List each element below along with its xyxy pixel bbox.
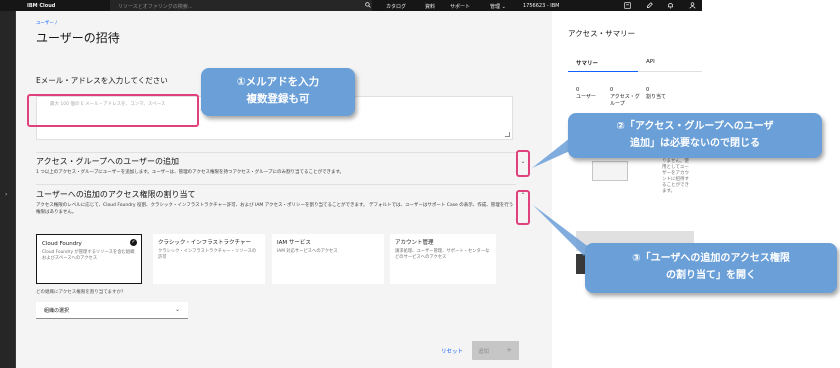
chevron-right-icon[interactable]: › <box>5 191 7 198</box>
add-button-label: 追加 <box>478 349 490 355</box>
tab-api[interactable]: API <box>646 59 655 65</box>
menu-manage[interactable]: 管理 ⌄ <box>490 3 506 10</box>
org-select-label: どの組織にアクセス権限を割り当てますか? <box>36 290 124 295</box>
callout-step-3: ③「ユーザへの追加のアクセス権限 の割り当て」を開く <box>585 243 837 293</box>
stat-users-value: 0 <box>576 87 580 93</box>
card-description: Cloud Foundry が管理するリソースを含む組織およびスペースへのアクセ… <box>42 250 135 261</box>
summary-title: アクセス・サマリー <box>568 29 636 38</box>
reset-button[interactable]: リセット <box>441 347 463 355</box>
tab-summary[interactable]: サマリー <box>576 59 598 67</box>
access-type-cards: Cloud Foundry Cloud Foundry が管理するリソースを含む… <box>36 234 496 284</box>
card-account-management[interactable]: アカウント管理 請求処理、ユーザー管理、サポート・センターなどのサービスへのアク… <box>390 234 496 284</box>
callout-3-line-1: ③「ユーザへの追加のアクセス権限 <box>632 253 790 264</box>
card-title: Cloud Foundry <box>42 241 82 247</box>
menu-docs[interactable]: 資料 <box>425 3 435 10</box>
plus-icon: + <box>506 346 512 354</box>
access-group-section-title[interactable]: アクセス・グループへのユーザーの追加 <box>36 156 179 167</box>
callout-1-line-1: ①メルアドを入力 <box>236 76 320 88</box>
card-description: IAM 対応サービスへのアクセス <box>277 249 338 254</box>
checkmark-icon: ✓ <box>130 239 137 246</box>
blank-area <box>702 0 840 368</box>
stat-users-label: ユーザー <box>576 94 596 100</box>
user-icon[interactable] <box>689 2 696 9</box>
highlight-access-group-toggle <box>516 150 530 177</box>
edit-icon[interactable] <box>646 2 653 9</box>
stat-users: 0 ユーザー <box>576 87 606 101</box>
resize-handle-icon[interactable] <box>505 132 510 137</box>
add-button[interactable]: 追加 + <box>472 341 519 360</box>
divider <box>36 152 516 153</box>
menu-catalog[interactable]: カタログ <box>386 3 406 10</box>
card-title: クラシック・インフラストラクチャー <box>158 240 251 246</box>
org-select-dropdown[interactable]: 組織の選択 ⌄ <box>36 302 188 319</box>
ibm-cloud-logo[interactable]: IBM Cloud <box>27 3 55 9</box>
card-cloud-foundry[interactable]: Cloud Foundry Cloud Foundry が管理するリソースを含む… <box>36 234 142 284</box>
additional-access-section-description: アクセス権限のレベルに応じて、Cloud Foundry 役割、クラシック・イン… <box>36 203 514 215</box>
notification-icon[interactable] <box>667 2 674 9</box>
breadcrumb[interactable]: ユーザー / <box>36 20 57 26</box>
active-tab-indicator <box>568 71 638 72</box>
card-description: クラシック・インフラストラクチャー・リソースの許可 <box>158 249 257 260</box>
stat-assignments: 0 割り当て <box>646 87 680 101</box>
page-title: ユーザーの招待 <box>36 31 120 45</box>
callout-step-1: ①メルアドを入力 複数登録も可 <box>201 68 355 116</box>
menu-support[interactable]: サポート <box>450 3 470 10</box>
chevron-down-icon: ⌄ <box>174 306 180 313</box>
highlight-additional-access-toggle <box>516 190 530 225</box>
stat-access-groups: 0 アクセス・グループ <box>610 87 640 108</box>
top-navigation-bar: IBM Cloud リソースとオファリングの検索... カタログ 資料 サポート… <box>0 0 702 11</box>
access-group-section-description: 1 つ以上のアクセス・グループにユーザーを追加します。ユーザーは、管理のアクセス… <box>36 170 344 175</box>
additional-access-section-title[interactable]: ユーザーへの追加のアクセス権限の割り当て <box>36 189 195 200</box>
callout-step-2: ②「アクセス・グループへのユーザ 追加」は必要ないので閉じる <box>568 113 822 158</box>
stat-access-groups-value: 0 <box>610 87 614 93</box>
cost-icon[interactable] <box>624 2 631 9</box>
account-switcher[interactable]: 1756623 - IBM <box>523 3 559 9</box>
empty-state-text: りません。使用としてユーザーをアカウントに招待することができます。 <box>662 159 689 194</box>
card-classic-infrastructure[interactable]: クラシック・インフラストラクチャー クラシック・インフラストラクチャー・リソース… <box>153 234 265 284</box>
card-description: 請求処理、ユーザー管理、サポート・センターなどのサービスへのアクセス <box>395 249 490 260</box>
stat-assignments-label: 割り当て <box>646 94 667 100</box>
divider <box>36 184 516 185</box>
empty-state-illustration <box>592 161 628 181</box>
callout-1-line-2: 複数登録も可 <box>246 93 310 105</box>
global-search-input[interactable]: リソースとオファリングの検索... <box>110 0 372 11</box>
access-summary-panel: アクセス・サマリー サマリー API 0 ユーザー 0 アクセス・グループ 0 割り当… <box>552 11 702 368</box>
email-field-label: Eメール・アドレスを入力してください <box>36 76 168 85</box>
card-title: IAM サービス <box>277 240 311 246</box>
org-select-value: 組織の選択 <box>44 308 70 314</box>
callout-2-line-2: 追加」は必要ないので閉じる <box>630 138 760 149</box>
stat-assignments-value: 0 <box>646 87 650 93</box>
callout-3-line-2: の割り当て」を開く <box>666 270 756 281</box>
left-rail: › <box>0 11 16 368</box>
tab-underline <box>638 71 702 72</box>
callout-2-line-1: ②「アクセス・グループへのユーザ <box>616 121 774 132</box>
stat-access-groups-label: アクセス・グループ <box>610 94 640 107</box>
main-content: ユーザー / ユーザーの招待 Eメール・アドレスを入力してください 最大 100… <box>16 11 552 368</box>
card-title: アカウント管理 <box>395 240 434 246</box>
card-iam-services[interactable]: IAM サービス IAM 対応サービスへのアクセス <box>272 234 384 284</box>
highlight-email-box <box>27 94 199 127</box>
search-icon[interactable] <box>365 2 371 8</box>
